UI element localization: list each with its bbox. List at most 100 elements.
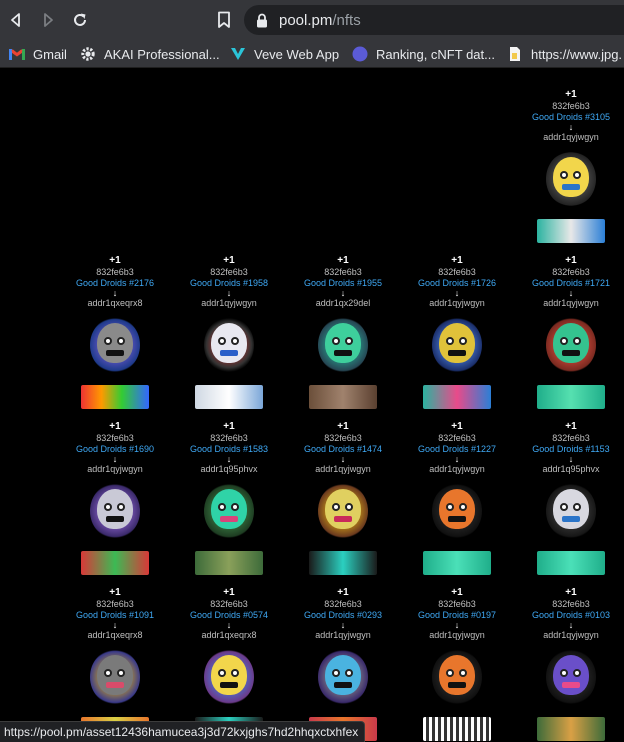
owner-address[interactable]: addr1qyjwgyn	[514, 298, 624, 309]
droid-body	[423, 551, 491, 575]
quantity-label: +1	[337, 587, 349, 598]
owner-address[interactable]: addr1qyjwgyn	[400, 464, 514, 475]
forward-arrow-icon	[44, 13, 53, 27]
nft-card[interactable]: +1 832fe6b3 Good Droids #0574 ↓ addr1qxe…	[172, 587, 286, 741]
nft-image[interactable]	[537, 483, 605, 575]
nft-card[interactable]: +1 832fe6b3 Good Droids #0103 ↓ addr1qyj…	[514, 587, 624, 741]
back-button[interactable]	[4, 8, 28, 32]
nft-card[interactable]: +1 832fe6b3 Good Droids #2176 ↓ addr1qxe…	[58, 255, 172, 409]
nft-card[interactable]: +1 832fe6b3 Good Droids #1721 ↓ addr1qyj…	[514, 255, 624, 409]
quantity-label: +1	[223, 255, 235, 266]
bookmark-jpg[interactable]: https://www.jpg.	[507, 44, 622, 64]
droid-eye	[218, 337, 226, 345]
owner-address[interactable]: addr1q95phvx	[514, 464, 624, 475]
nft-image[interactable]	[423, 317, 491, 409]
quantity-label: +1	[109, 421, 121, 432]
owner-address[interactable]: addr1qyjwgyn	[286, 630, 400, 641]
owner-address[interactable]: addr1qyjwgyn	[514, 132, 624, 143]
nft-image[interactable]	[81, 483, 149, 575]
bookmark-veve[interactable]: Veve Web App	[230, 44, 339, 64]
nft-image[interactable]	[423, 483, 491, 575]
nft-card[interactable]: +1 832fe6b3 Good Droids #1227 ↓ addr1qyj…	[400, 421, 514, 575]
quantity-label: +1	[451, 255, 463, 266]
nft-card[interactable]: +1 832fe6b3 Good Droids #1153 ↓ addr1q95…	[514, 421, 624, 575]
reload-button[interactable]	[68, 8, 92, 32]
nft-card[interactable]: +1 832fe6b3 Good Droids #1726 ↓ addr1qyj…	[400, 255, 514, 409]
nft-card[interactable]: +1 832fe6b3 Good Droids #1958 ↓ addr1qyj…	[172, 255, 286, 409]
droid-head	[553, 655, 589, 695]
droid-eye	[218, 669, 226, 677]
droid-body	[81, 385, 149, 409]
policy-id: 832fe6b3	[552, 267, 590, 277]
droid-body	[537, 551, 605, 575]
nft-image[interactable]	[423, 649, 491, 741]
quantity-label: +1	[451, 421, 463, 432]
nft-card[interactable]: +1 832fe6b3 Good Droids #3105 ↓ addr1qyj…	[514, 89, 624, 243]
droid-head	[97, 323, 133, 363]
circle-icon	[352, 46, 368, 62]
bookmark-page-button[interactable]	[212, 8, 236, 32]
down-arrow-icon: ↓	[568, 620, 574, 630]
bookmark-ranking[interactable]: Ranking, cNFT dat...	[352, 44, 495, 64]
droid-eye	[345, 669, 353, 677]
owner-address[interactable]: addr1q95phvx	[172, 464, 286, 475]
quantity-label: +1	[223, 587, 235, 598]
bookmark-akai[interactable]: AKAI Professional...	[80, 44, 220, 64]
quantity-label: +1	[109, 255, 121, 266]
owner-address[interactable]: addr1qyjwgyn	[58, 464, 172, 475]
nft-image[interactable]	[81, 317, 149, 409]
policy-id: 832fe6b3	[324, 267, 362, 277]
browser-toolbar: pool.pm/nfts	[0, 0, 624, 40]
droid-body	[537, 219, 605, 243]
droid-eye	[231, 503, 239, 511]
owner-address[interactable]: addr1qxeqrx8	[58, 630, 172, 641]
owner-address[interactable]: addr1qxeqrx8	[172, 630, 286, 641]
down-arrow-icon: ↓	[226, 620, 232, 630]
url-text: pool.pm/nfts	[279, 12, 361, 29]
droid-mouth	[448, 682, 466, 688]
droid-body	[309, 551, 377, 575]
nft-image[interactable]	[309, 483, 377, 575]
nft-image[interactable]	[537, 317, 605, 409]
droid-mouth	[220, 350, 238, 356]
nft-image[interactable]	[537, 649, 605, 741]
nft-card[interactable]: +1 832fe6b3 Good Droids #0293 ↓ addr1qyj…	[286, 587, 400, 741]
nft-image[interactable]	[195, 317, 263, 409]
nft-card[interactable]: +1 832fe6b3 Good Droids #1583 ↓ addr1q95…	[172, 421, 286, 575]
droid-eye	[218, 503, 226, 511]
owner-address[interactable]: addr1qyjwgyn	[286, 464, 400, 475]
owner-address[interactable]: addr1qyjwgyn	[400, 298, 514, 309]
droid-body	[537, 717, 605, 741]
address-bar[interactable]: pool.pm/nfts	[244, 5, 624, 35]
droid-head	[325, 323, 361, 363]
droid-head	[553, 323, 589, 363]
reload-icon	[74, 13, 86, 26]
nft-card[interactable]: +1 832fe6b3 Good Droids #1474 ↓ addr1qyj…	[286, 421, 400, 575]
nft-image[interactable]	[195, 483, 263, 575]
document-icon	[507, 46, 523, 62]
veve-icon	[230, 46, 246, 62]
nft-card[interactable]: +1 832fe6b3 Good Droids #0197 ↓ addr1qyj…	[400, 587, 514, 741]
droid-body	[537, 385, 605, 409]
nft-image[interactable]	[309, 317, 377, 409]
nft-card[interactable]: +1 832fe6b3 Good Droids #1091 ↓ addr1qxe…	[58, 587, 172, 741]
nft-image[interactable]	[537, 151, 605, 243]
droid-eye	[117, 503, 125, 511]
policy-id: 832fe6b3	[210, 599, 248, 609]
down-arrow-icon: ↓	[226, 288, 232, 298]
droid-eye	[104, 669, 112, 677]
gear-icon	[80, 46, 96, 62]
nft-card[interactable]: +1 832fe6b3 Good Droids #1955 ↓ addr1qx2…	[286, 255, 400, 409]
owner-address[interactable]: addr1qyjwgyn	[172, 298, 286, 309]
nft-card[interactable]: +1 832fe6b3 Good Droids #1690 ↓ addr1qyj…	[58, 421, 172, 575]
bookmark-gmail[interactable]: Gmail	[9, 44, 67, 64]
owner-address[interactable]: addr1qyjwgyn	[400, 630, 514, 641]
forward-button[interactable]	[36, 8, 60, 32]
status-bar-url: https://pool.pm/asset12436hamucea3j3d72k…	[0, 721, 366, 742]
owner-address[interactable]: addr1qyjwgyn	[514, 630, 624, 641]
owner-address[interactable]: addr1qx29del	[286, 298, 400, 309]
bookmark-label: https://www.jpg.	[531, 46, 623, 62]
policy-id: 832fe6b3	[438, 267, 476, 277]
owner-address[interactable]: addr1qxeqrx8	[58, 298, 172, 309]
bookmark-label: Gmail	[33, 46, 67, 62]
